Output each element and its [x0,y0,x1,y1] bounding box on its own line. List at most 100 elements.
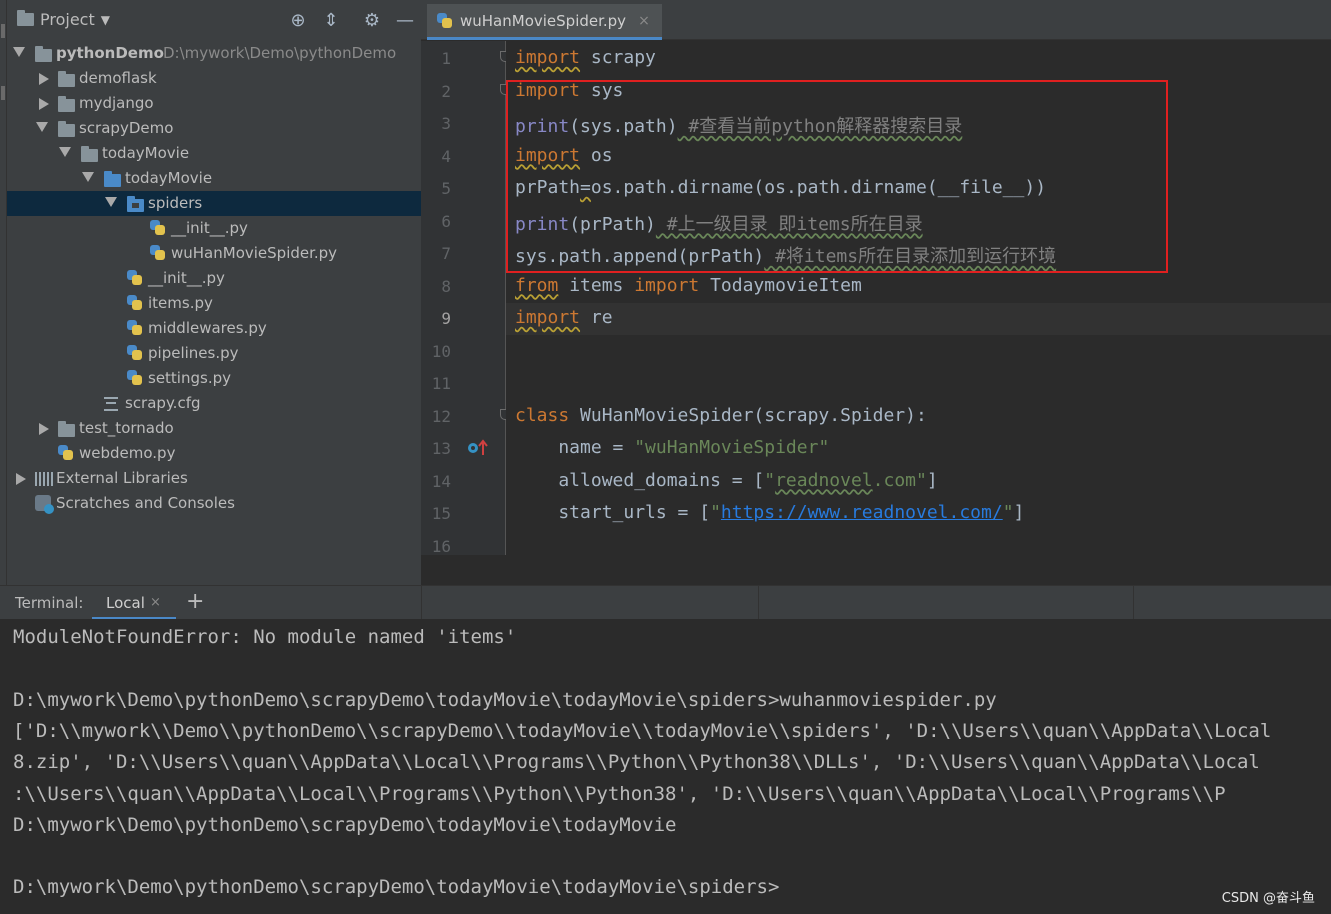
tree-item-demoflask[interactable]: demoflask [7,66,421,91]
line-number: 13 [431,439,451,458]
tree-item-label: todayMovie [125,169,213,187]
code-token: " [764,469,776,491]
tree-item-items-py[interactable]: items.py [7,291,421,316]
collapse-arrow-icon[interactable] [16,473,26,485]
collapse-arrow-icon[interactable] [39,73,49,85]
tree-item-wuhanmoviespider-py[interactable]: wuHanMovieSpider.py [7,241,421,266]
line-number: 1 [441,49,451,68]
tree-item-label: spiders [148,194,203,212]
terminal-tab-label: Local [106,594,145,612]
line-number: 8 [441,276,451,296]
tree-item-todaymovie[interactable]: todayMovie [7,141,421,166]
folder-icon [58,421,75,437]
line-number: 12 [431,406,451,426]
terminal-header: Terminal: Local × + [0,585,1331,620]
python-file-icon [437,12,452,29]
editor-empty-area [421,555,1331,585]
python-file-icon [58,445,73,461]
tree-item-middlewares-py[interactable]: middlewares.py [7,316,421,341]
tree-item-label: wuHanMovieSpider.py [171,244,338,262]
line-number: 2 [441,81,451,101]
tree-item-test-tornado[interactable]: test_tornado [7,416,421,441]
python-file-icon [127,370,142,386]
gear-icon[interactable]: ⚙ [361,10,383,32]
code-token: import [634,274,700,296]
terminal-output[interactable]: ModuleNotFoundError: No module named 'it… [0,619,1331,914]
code-token: import [515,47,581,68]
close-icon[interactable]: × [150,595,161,610]
hide-panel-icon[interactable]: — [394,10,416,32]
tree-item-scratches-and-consoles[interactable]: Scratches and Consoles [7,491,421,516]
folder-icon [58,96,75,112]
tree-item-label: demoflask [79,69,157,87]
tree-item-scrapydemo[interactable]: scrapyDemo [7,116,421,141]
project-view-selector[interactable]: Project ▼ [17,10,110,29]
code-token: ] [926,469,938,491]
terminal-line: ModuleNotFoundError: No module named 'it… [13,626,517,648]
project-title: Project [40,10,95,29]
code-token: ] [1013,502,1025,523]
code-token: class [515,404,570,426]
code-token: readnovel [775,469,873,491]
tree-item-external-libraries[interactable]: External Libraries [7,466,421,491]
library-icon [35,472,53,486]
tree-item-label: scrapyDemo [79,119,174,137]
project-strip-button[interactable] [1,24,5,38]
line-number: 5 [441,179,451,198]
new-terminal-button[interactable]: + [186,589,204,614]
tree-item-init-py[interactable]: __init__.py [7,266,421,291]
code-token: re [580,307,613,328]
expand-arrow-icon[interactable] [36,122,48,132]
expand-arrow-icon[interactable] [13,47,25,57]
terminal-line: D:\mywork\Demo\pythonDemo\scrapyDemo\tod… [13,688,997,711]
highlight-annotation-box [506,80,1168,273]
tree-item-label: __init__.py [171,219,248,237]
code-token: " [1002,502,1014,523]
code-line: name = "wuHanMovieSpider" [515,437,829,458]
folder-icon [81,146,98,162]
tree-item-spiders[interactable]: spiders [7,191,421,216]
code-line: class WuHanMovieSpider(scrapy.Spider): [515,405,927,426]
tree-item-label: webdemo.py [79,444,176,462]
structure-strip-button[interactable] [1,86,5,100]
tree-item-todaymovie[interactable]: todayMovie [7,166,421,191]
line-number: 14 [431,471,451,491]
header-divider [758,586,759,620]
config-file-icon [104,397,118,411]
code-token: "wuHanMovieSpider" [634,437,830,458]
tree-item-init-py[interactable]: __init__.py [7,216,421,241]
tree-item-webdemo-py[interactable]: webdemo.py [7,441,421,466]
tab-terminal-local[interactable]: Local × [92,586,176,620]
tab-wuhanmoviespider[interactable]: wuHanMovieSpider.py × [427,4,662,40]
tab-label: wuHanMovieSpider.py [460,11,627,30]
tree-item-pythondemo[interactable]: pythonDemo D:\mywork\Demo\pythonDemo [7,41,421,66]
code-token: " [710,502,721,523]
line-number: 16 [431,536,451,556]
close-icon[interactable]: × [638,13,650,29]
terminal-line: ['D:\\mywork\\Demo\\pythonDemo\\scrapyDe… [13,719,1272,742]
project-path: D:\mywork\Demo\pythonDemo [163,44,397,62]
expand-arrow-icon[interactable] [59,147,71,157]
collapse-arrow-icon[interactable] [39,423,49,435]
tree-item-mydjango[interactable]: mydjango [7,91,421,116]
tree-item-settings-py[interactable]: settings.py [7,366,421,391]
locate-file-icon[interactable]: ⊕ [287,10,309,32]
terminal-line: D:\mywork\Demo\pythonDemo\scrapyDemo\tod… [13,813,677,836]
tree-item-label: scrapy.cfg [125,394,201,412]
tree-item-pipelines-py[interactable]: pipelines.py [7,341,421,366]
tree-item-label: pythonDemo [56,44,164,62]
expand-arrow-icon[interactable] [82,172,94,182]
package-icon [104,171,121,187]
tree-item-label: middlewares.py [148,319,267,337]
collapse-arrow-icon[interactable] [39,98,49,110]
code-token[interactable]: https://www.readnovel.com/ [721,502,1003,523]
chevron-down-icon: ▼ [100,12,110,27]
overrides-method-icon[interactable] [466,438,490,462]
expand-arrow-icon[interactable] [105,197,117,207]
code-token: items [558,274,635,296]
python-file-icon [127,270,142,286]
project-panel: Project ▼ ⊕ ⇕ ⚙ — pythonDemo D:\mywork\De… [7,0,421,585]
collapse-all-icon[interactable]: ⇕ [320,10,342,32]
tree-item-scrapy-cfg[interactable]: scrapy.cfg [7,391,421,416]
python-file-icon [150,245,165,261]
